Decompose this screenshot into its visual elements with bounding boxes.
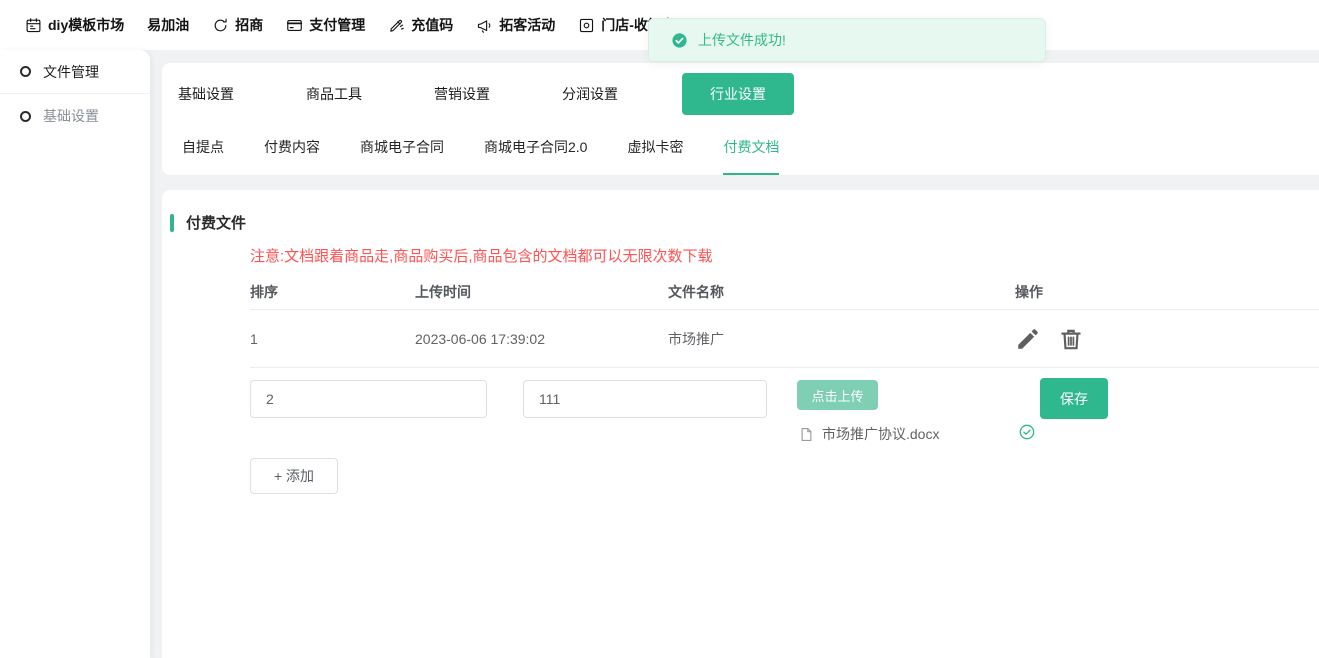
subtab-pickup-point[interactable]: 自提点 <box>182 127 224 173</box>
success-check-icon <box>671 32 688 49</box>
uploaded-file-name: 市场推广协议.docx <box>822 424 939 444</box>
tabs-panel: 基础设置 商品工具 营销设置 分润设置 行业设置 自提点 付费内容 商城电子合同… <box>162 63 1319 175</box>
cell-upload-time: 2023-06-06 17:39:02 <box>415 331 668 347</box>
subtab-virtual-card[interactable]: 虚拟卡密 <box>627 127 683 173</box>
cell-file-name: 市场推广 <box>668 329 1015 349</box>
circle-icon <box>20 111 31 122</box>
sort-input[interactable] <box>250 380 487 418</box>
uploaded-file-item[interactable]: 市场推广协议.docx <box>799 424 939 444</box>
nav-label: 充值码 <box>411 15 453 35</box>
tab-marketing-settings[interactable]: 营销设置 <box>434 84 490 104</box>
circle-icon <box>20 66 31 77</box>
nav-item-diy-template-market[interactable]: diy模板市场 <box>25 15 124 35</box>
col-header-sort: 排序 <box>250 282 415 302</box>
toast-message: 上传文件成功! <box>698 30 786 50</box>
tab-basic-settings[interactable]: 基础设置 <box>178 84 234 104</box>
save-button[interactable]: 保存 <box>1040 378 1108 419</box>
nav-item-yijiayou[interactable]: 易加油 <box>147 15 189 35</box>
nav-item-recharge-code[interactable]: 充值码 <box>388 15 453 35</box>
col-header-upload-time: 上传时间 <box>415 282 668 302</box>
tab-industry-settings[interactable]: 行业设置 <box>682 73 794 115</box>
sidebar: 文件管理 基础设置 <box>0 50 150 658</box>
sub-tab-bar: 自提点 付费内容 商城电子合同 商城电子合同2.0 虚拟卡密 付费文档 <box>162 127 1319 175</box>
pen-icon <box>388 17 405 34</box>
sidebar-item-basic-settings[interactable]: 基础设置 <box>0 94 150 138</box>
main-tab-bar: 基础设置 商品工具 营销设置 分润设置 行业设置 <box>162 63 1319 125</box>
nav-label: 招商 <box>235 15 263 35</box>
section-title-row: 付费文件 <box>170 212 246 233</box>
calendar-icon <box>25 17 42 34</box>
content-panel: 付费文件 注意:文档跟着商品走,商品购买后,商品包含的文档都可以无限次数下载 排… <box>162 190 1319 658</box>
sidebar-item-label: 基础设置 <box>43 106 99 126</box>
section-accent-bar <box>170 214 174 232</box>
app-window: diy模板市场 易加油 招商 支付管理 充值码 拓客活动 门店-收银台 上传文件… <box>0 0 1319 658</box>
col-header-actions: 操作 <box>1015 282 1319 302</box>
nav-label: 拓客活动 <box>499 15 555 35</box>
upload-success-icon <box>1019 424 1035 440</box>
files-table: 排序 上传时间 文件名称 操作 1 2023-06-06 17:39:02 市场… <box>250 275 1319 368</box>
tab-profit-settings[interactable]: 分润设置 <box>562 84 618 104</box>
recycle-icon <box>212 17 229 34</box>
add-button[interactable]: + 添加 <box>250 458 338 494</box>
cashier-icon <box>578 17 595 34</box>
subtab-mall-econtract[interactable]: 商城电子合同 <box>360 127 444 173</box>
delete-icon[interactable] <box>1058 326 1084 352</box>
file-name-input[interactable] <box>523 380 767 418</box>
subtab-mall-econtract-2[interactable]: 商城电子合同2.0 <box>484 127 587 173</box>
tab-product-tools[interactable]: 商品工具 <box>306 84 362 104</box>
document-icon <box>799 427 814 442</box>
nav-label: 易加油 <box>147 15 189 35</box>
subtab-paid-docs[interactable]: 付费文档 <box>723 127 779 175</box>
sidebar-item-file-management[interactable]: 文件管理 <box>0 50 150 94</box>
col-header-file-name: 文件名称 <box>668 282 1015 302</box>
notice-text: 注意:文档跟着商品走,商品购买后,商品包含的文档都可以无限次数下载 <box>250 245 713 266</box>
megaphone-icon <box>476 17 493 34</box>
table-row: 1 2023-06-06 17:39:02 市场推广 <box>250 310 1319 368</box>
section-title: 付费文件 <box>186 212 246 233</box>
nav-item-customer-activity[interactable]: 拓客活动 <box>476 15 555 35</box>
sidebar-item-label: 文件管理 <box>43 62 99 82</box>
upload-success-toast: 上传文件成功! <box>648 18 1046 62</box>
table-header-row: 排序 上传时间 文件名称 操作 <box>250 275 1319 310</box>
nav-label: diy模板市场 <box>48 15 124 35</box>
nav-item-payment-management[interactable]: 支付管理 <box>286 15 365 35</box>
upload-button[interactable]: 点击上传 <box>797 380 878 410</box>
subtab-paid-content[interactable]: 付费内容 <box>264 127 320 173</box>
nav-item-zhaoshang[interactable]: 招商 <box>212 15 263 35</box>
cell-sort: 1 <box>250 331 415 347</box>
bank-card-icon <box>286 17 303 34</box>
nav-label: 支付管理 <box>309 15 365 35</box>
row-actions <box>1015 326 1319 352</box>
edit-icon[interactable] <box>1015 326 1041 352</box>
